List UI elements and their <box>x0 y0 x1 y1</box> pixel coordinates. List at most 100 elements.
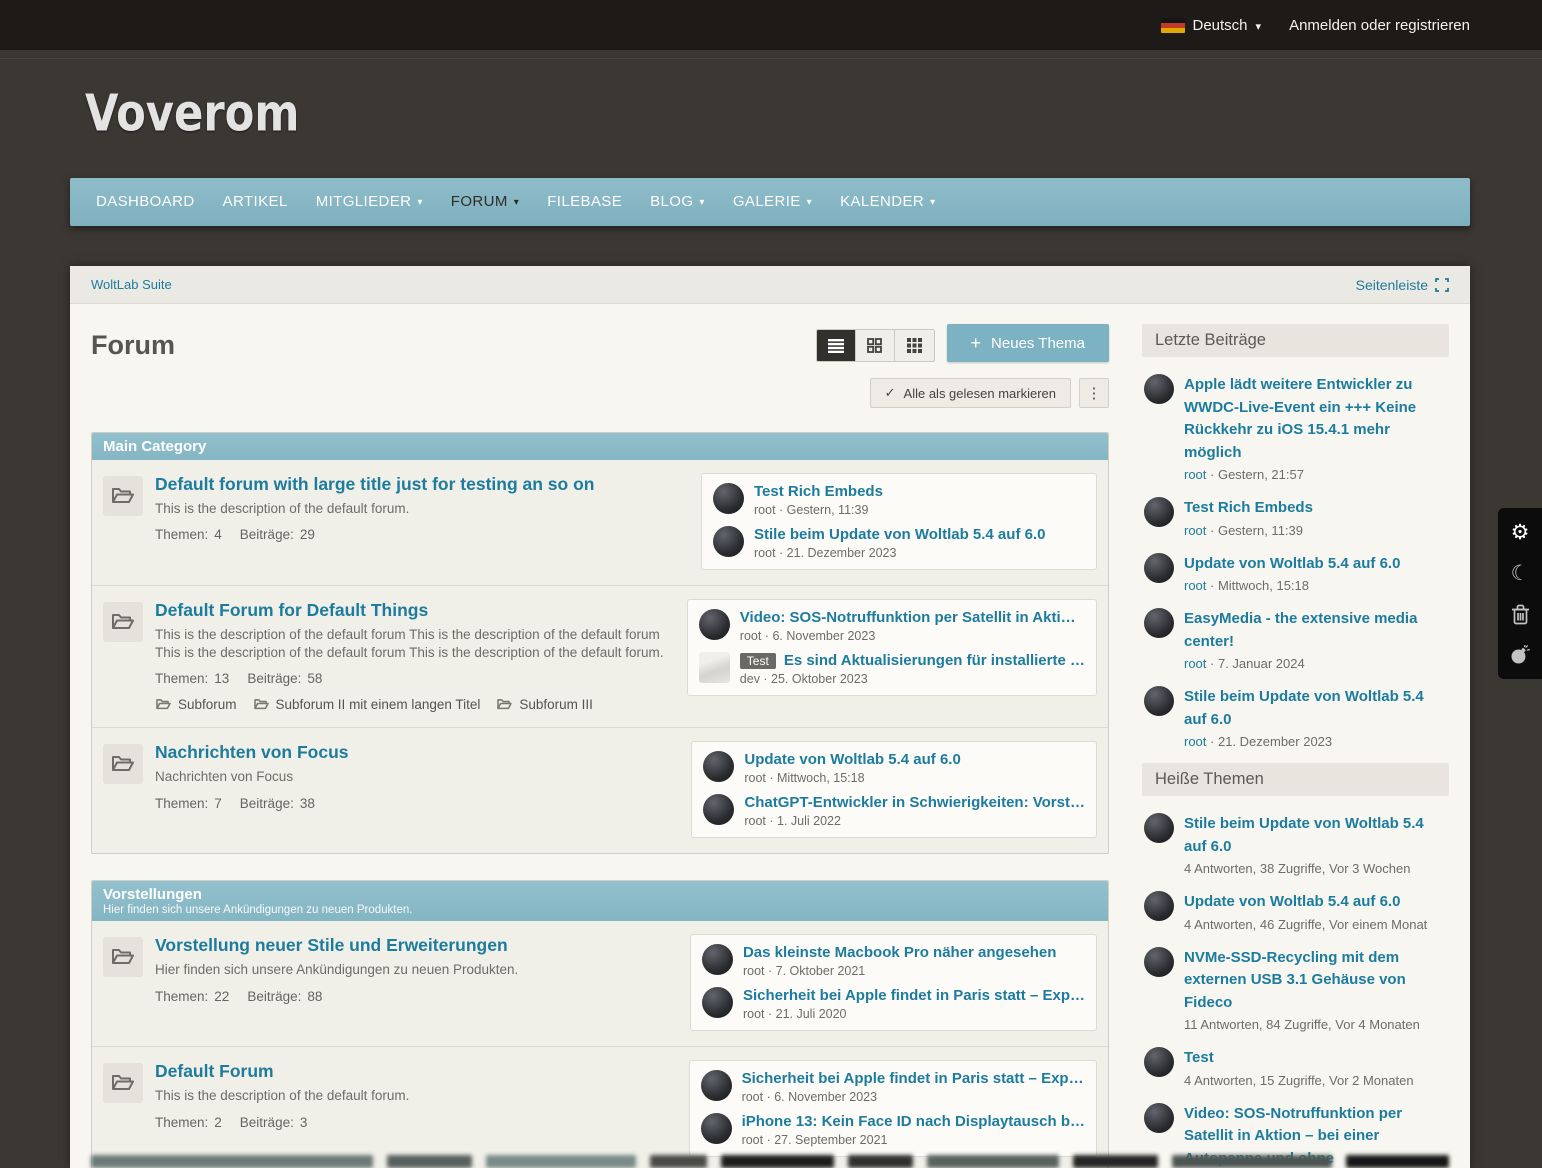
author-link[interactable]: root <box>1184 734 1206 749</box>
avatar[interactable] <box>1144 813 1174 843</box>
chevron-down-icon: ▾ <box>1256 20 1262 33</box>
avatar[interactable] <box>1144 947 1174 977</box>
breadcrumb-link-site[interactable]: WoltLab Suite <box>91 277 172 292</box>
avatar[interactable] <box>1144 686 1174 716</box>
post-title-link[interactable]: ChatGPT-Entwickler in Schwierigkeiten: V… <box>744 794 1085 811</box>
nav-item-artikel[interactable]: ARTIKEL <box>209 178 302 226</box>
topic-title-link[interactable]: Stile beim Update von Woltlab 5.4 auf 6.… <box>1184 813 1447 858</box>
post-title-link[interactable]: iPhone 13: Kein Face ID nach Displaytaus… <box>742 1113 1085 1130</box>
avatar[interactable] <box>703 751 734 782</box>
nav-item-dashboard[interactable]: DASHBOARD <box>82 178 209 226</box>
german-flag-icon <box>1161 18 1185 33</box>
bomb-icon[interactable] <box>1510 645 1530 665</box>
nav-item-kalender[interactable]: KALENDER▾ <box>826 178 949 226</box>
nav-item-galerie[interactable]: GALERIE▾ <box>719 178 826 226</box>
avatar[interactable] <box>1144 497 1174 527</box>
gear-icon[interactable]: ⚙ <box>1511 522 1530 543</box>
post-title-link[interactable]: Update von Woltlab 5.4 auf 6.0 <box>1184 553 1400 576</box>
forum-title-link[interactable]: Nachrichten von Focus <box>155 742 349 763</box>
folder-open-icon <box>103 476 143 516</box>
chevron-down-icon: ▾ <box>699 179 704 227</box>
post-title-link[interactable]: Video: SOS-Notruffunktion per Satellit i… <box>740 609 1085 626</box>
subforum-link[interactable]: Subforum III <box>496 697 593 712</box>
moon-icon[interactable]: ☾ <box>1511 563 1530 584</box>
avatar[interactable] <box>1144 608 1174 638</box>
avatar[interactable] <box>1144 1103 1174 1133</box>
topic-title-link[interactable]: Update von Woltlab 5.4 auf 6.0 <box>1184 891 1427 914</box>
post-title-link[interactable]: Es sind Aktualisierungen für installiert… <box>784 652 1085 669</box>
login-link[interactable]: Anmelden oder registrieren <box>1289 17 1470 34</box>
mark-all-read-button[interactable]: ✓ Alle als gelesen markieren <box>870 378 1071 408</box>
author-link[interactable]: root <box>1184 467 1206 482</box>
subforum-link[interactable]: Subforum <box>155 697 237 712</box>
list-item: Test Rich Embeds root · Gestern, 11:39 <box>1144 497 1447 538</box>
chevron-down-icon: ▾ <box>930 179 935 227</box>
post-title-link[interactable]: Sicherheit bei Apple findet in Paris sta… <box>743 987 1085 1004</box>
forum-row: Default forum with large title just for … <box>92 460 1108 585</box>
avatar[interactable] <box>702 987 733 1018</box>
category-header: Main Category <box>92 433 1108 460</box>
post-title-link[interactable]: Test Rich Embeds <box>754 483 1085 500</box>
latest-posts-header: Letzte Beiträge <box>1142 324 1449 357</box>
avatar[interactable] <box>699 609 730 640</box>
new-topic-button[interactable]: + Neues Thema <box>947 324 1109 362</box>
latest-post: Test Rich Embeds root · Gestern, 11:39 <box>713 483 1085 517</box>
post-title-link[interactable]: Test Rich Embeds <box>1184 497 1313 520</box>
forum-title-link[interactable]: Default Forum <box>155 1061 274 1082</box>
avatar[interactable] <box>1144 374 1174 404</box>
site-logo[interactable]: Voverom <box>85 84 299 143</box>
nav-item-forum[interactable]: FORUM▾ <box>437 178 533 226</box>
post-meta: root · 6. November 2023 <box>740 629 1085 643</box>
topic-title-link[interactable]: Test <box>1184 1047 1414 1070</box>
avatar[interactable] <box>701 1113 732 1144</box>
post-title-link[interactable]: Das kleinste Macbook Pro näher angesehen <box>743 944 1085 961</box>
post-title-link[interactable]: Stile beim Update von Woltlab 5.4 auf 6.… <box>1184 686 1447 731</box>
trash-icon[interactable] <box>1511 604 1530 625</box>
latest-post: Test Es sind Aktualisierungen für instal… <box>699 652 1085 686</box>
avatar[interactable] <box>1144 891 1174 921</box>
language-selector[interactable]: Deutsch ▾ <box>1161 17 1262 34</box>
compact-grid-view-button[interactable] <box>895 330 934 361</box>
avatar[interactable] <box>713 526 744 557</box>
author-link[interactable]: root <box>1184 656 1206 671</box>
author-link[interactable]: root <box>1184 523 1206 538</box>
label-badge: Test <box>740 653 776 669</box>
latest-post: Sicherheit bei Apple findet in Paris sta… <box>702 987 1085 1021</box>
list-view-button[interactable] <box>817 330 856 361</box>
forum-title-link[interactable]: Vorstellung neuer Stile und Erweiterunge… <box>155 935 508 956</box>
nav-item-mitglieder[interactable]: MITGLIEDER▾ <box>302 178 437 226</box>
post-title-link[interactable]: Update von Woltlab 5.4 auf 6.0 <box>744 751 1085 768</box>
folder-open-icon <box>103 937 143 977</box>
avatar[interactable] <box>699 652 730 683</box>
sidebar-toggle-button[interactable]: Seitenleiste <box>1356 277 1449 293</box>
forum-title-link[interactable]: Default forum with large title just for … <box>155 474 594 495</box>
forum-stats: Themen:13 Beiträge:58 <box>155 671 675 686</box>
latest-posts-card: Test Rich Embeds root · Gestern, 11:39 S… <box>701 473 1097 570</box>
topic-meta: 4 Antworten, 15 Zugriffe, Vor 2 Monaten <box>1184 1073 1414 1088</box>
post-title-link[interactable]: Apple lädt weitere Entwickler zu WWDC-Li… <box>1184 374 1447 464</box>
folder-open-icon <box>103 1063 143 1103</box>
forum-title-link[interactable]: Default Forum for Default Things <box>155 600 428 621</box>
avatar[interactable] <box>713 483 744 514</box>
avatar[interactable] <box>701 1070 732 1101</box>
list-item: Stile beim Update von Woltlab 5.4 auf 6.… <box>1144 813 1447 876</box>
topic-title-link[interactable]: NVMe-SSD-Recycling mit dem externen USB … <box>1184 947 1447 1015</box>
avatar[interactable] <box>702 944 733 975</box>
forum-description: This is the description of the default f… <box>155 1087 677 1105</box>
breadcrumb: WoltLab Suite Seitenleiste <box>70 266 1470 304</box>
avatar[interactable] <box>1144 553 1174 583</box>
author-link[interactable]: root <box>1184 578 1206 593</box>
post-title-link[interactable]: EasyMedia - the extensive media center! <box>1184 608 1447 653</box>
nav-item-filebase[interactable]: FILEBASE <box>533 178 636 226</box>
more-options-button[interactable]: ⋮ <box>1079 378 1109 408</box>
nav-item-blog[interactable]: BLOG▾ <box>636 178 719 226</box>
chevron-down-icon: ▾ <box>417 179 422 227</box>
grid-view-button[interactable] <box>856 330 895 361</box>
subforum-link[interactable]: Subforum II mit einem langen Titel <box>253 697 481 712</box>
post-title-link[interactable]: Sicherheit bei Apple findet in Paris sta… <box>742 1070 1085 1087</box>
avatar[interactable] <box>703 794 734 825</box>
avatar[interactable] <box>1144 1047 1174 1077</box>
latest-post: Video: SOS-Notruffunktion per Satellit i… <box>699 609 1085 643</box>
main-nav: DASHBOARD ARTIKEL MITGLIEDER▾ FORUM▾ FIL… <box>70 178 1470 226</box>
post-title-link[interactable]: Stile beim Update von Woltlab 5.4 auf 6.… <box>754 526 1085 543</box>
